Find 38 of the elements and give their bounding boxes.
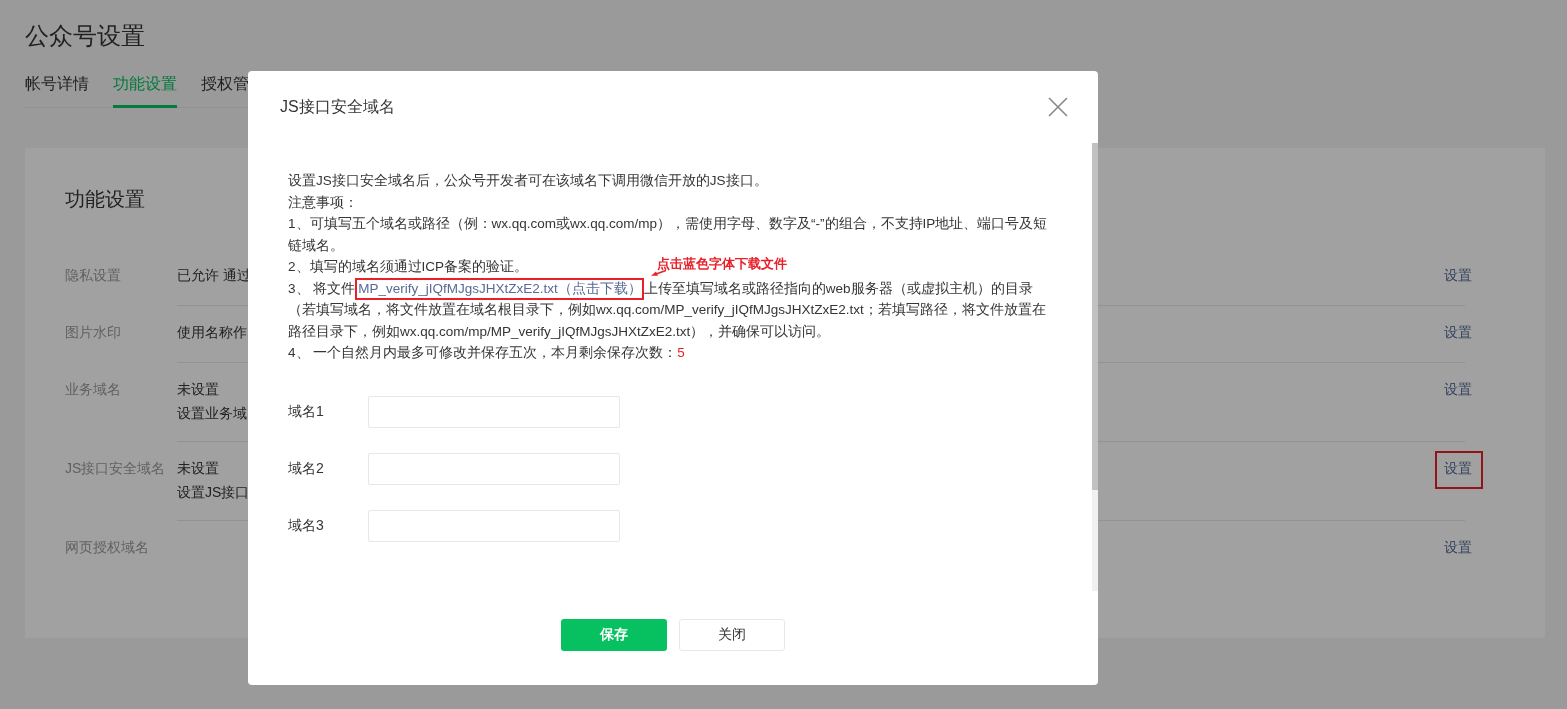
dialog-title: JS接口安全域名 <box>280 96 395 117</box>
notes-heading: 注意事项： <box>288 193 358 212</box>
annotation-text: 点击蓝色字体下载文件 <box>657 257 787 271</box>
annotation-arrow <box>651 270 667 276</box>
note-text: 1、可填写五个域名或路径（例：wx.qq.com或wx.qq.com/mp），需使用字母、数字及“-”的组合，不支持IP地址、端口号及短链域名。 <box>288 215 1049 255</box>
close-icon[interactable] <box>1048 97 1068 117</box>
field-label: 域名3 <box>288 515 325 535</box>
setting-value: 未设置 <box>177 460 219 478</box>
close-button[interactable]: 关闭 <box>679 619 785 651</box>
setting-label: 业务域名 <box>65 381 122 399</box>
setting-link[interactable]: 设置 <box>1444 324 1472 342</box>
field-label: 域名1 <box>288 401 325 421</box>
setting-value: 使用名称作 <box>177 324 247 342</box>
setting-label: 网页授权域名 <box>65 539 150 557</box>
note-text: 3、 将文件 MP_verify_jIQfMJgsJHXtZxE2.txt（点击下载）上传至填写域名或路径指向的web服务器（或虚拟主机）的目录（若填写域名，将文件放置在域名根目录下，例如wx.qq.com/MP_verify_jIQfMJgsJHXtZxE2.txt；若填写路径，将文件放置在路径目录下，例如wx.qq.com/mp/MP_verify_jIQfMJgsJHXtZxE2.txt），并确保可以访问。 <box>288 277 1052 342</box>
domain-input[interactable] <box>368 452 620 485</box>
tab[interactable]: 授权管 <box>201 74 249 108</box>
note-text: 4、 一个自然月内最多可修改并保存五次，本月剩余保存次数：5 <box>288 344 685 362</box>
domain-input[interactable] <box>368 395 620 428</box>
field-label: 域名2 <box>288 458 325 478</box>
page-title: 公众号设置 <box>25 21 145 51</box>
setting-link[interactable]: 设置 <box>1444 539 1472 557</box>
setting-link[interactable]: 设置 <box>1444 267 1472 285</box>
tab[interactable]: 帐号详情 <box>25 74 89 108</box>
domain-input[interactable] <box>368 509 620 542</box>
setting-value: 未设置 <box>177 381 219 399</box>
setting-label: 图片水印 <box>65 324 122 342</box>
card-title: 功能设置 <box>65 187 145 212</box>
setting-value: 设置JS接口 <box>177 484 250 502</box>
setting-link[interactable]: 设置 <box>1444 460 1472 478</box>
download-link[interactable]: MP_verify_jIQfMJgsJHXtZxE2.txt（点击下载） <box>358 280 642 296</box>
scrollbar[interactable] <box>1092 143 1098 591</box>
note-text: 2、填写的域名须通过ICP备案的验证。 <box>288 258 528 276</box>
setting-link[interactable]: 设置 <box>1444 381 1472 399</box>
save-button[interactable]: 保存 <box>561 619 667 651</box>
setting-value: 设置业务域 <box>177 405 247 423</box>
setting-label: 隐私设置 <box>65 267 122 285</box>
intro-text: 设置JS接口安全域名后，公众号开发者可在该域名下调用微信开放的JS接口。 <box>288 172 768 190</box>
